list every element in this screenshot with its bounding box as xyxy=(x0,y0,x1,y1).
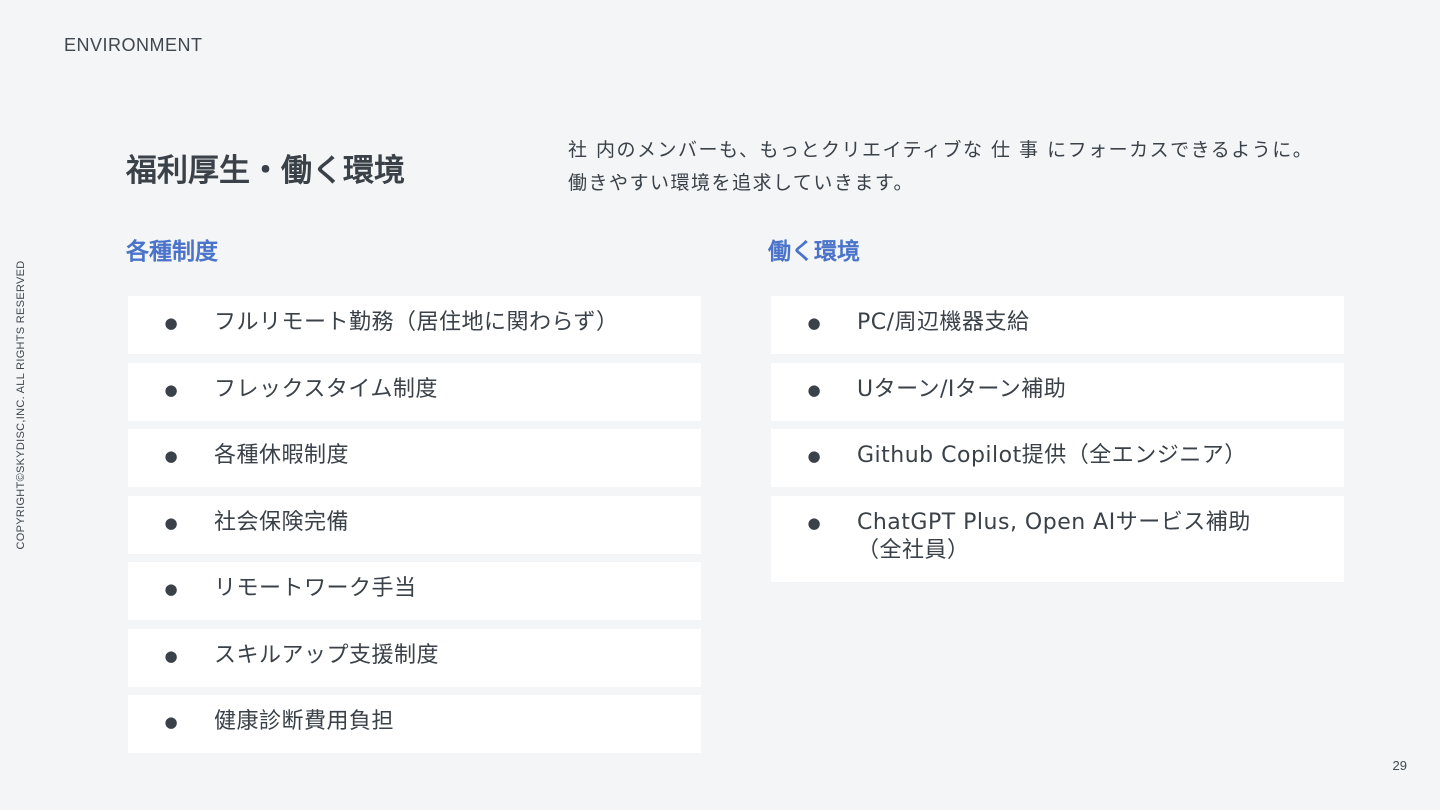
work-environment-list: ● PC/周辺機器支給 ● Uターン/Iターン補助 ● Github Copil… xyxy=(771,296,1344,590)
list-item-text: ChatGPT Plus, Open AIサービス補助 （全社員） xyxy=(857,508,1251,565)
list-item-text-line-2: （全社員） xyxy=(857,537,970,563)
bullet-icon: ● xyxy=(164,513,178,532)
list-item-text: 各種休暇制度 xyxy=(214,443,350,468)
list-item: ● 各種休暇制度 xyxy=(128,429,701,487)
list-item-text: Github Copilot提供（全エンジニア） xyxy=(857,443,1247,468)
page-title: 福利厚生・働く環境 xyxy=(126,153,405,189)
list-item: ● PC/周辺機器支給 xyxy=(771,296,1344,354)
list-item-text: スキルアップ支援制度 xyxy=(214,642,440,668)
work-environment-heading: 働く環境 xyxy=(768,239,860,265)
lead-text: 社 内のメンバーも、もっとクリエイティブな 仕 事 にフォーカスできるように。 … xyxy=(568,134,1358,200)
bullet-icon: ● xyxy=(807,314,821,332)
bullet-icon: ● xyxy=(164,314,178,332)
list-item-text: フレックスタイム制度 xyxy=(214,376,438,402)
list-item-text: リモートワーク手当 xyxy=(214,576,417,601)
lead-line-2: 働きやすい環境を追求していきます。 xyxy=(568,172,915,194)
lead-line-1: 社 内のメンバーも、もっとクリエイティブな 仕 事 にフォーカスできるように。 xyxy=(568,139,1314,161)
bullet-icon: ● xyxy=(164,713,178,731)
bullet-icon: ● xyxy=(807,380,821,399)
list-item: ● リモートワーク手当 xyxy=(128,562,701,620)
list-item: ● ChatGPT Plus, Open AIサービス補助 （全社員） xyxy=(771,495,1344,582)
bullet-icon: ● xyxy=(807,513,821,532)
list-item-text: PC/周辺機器支給 xyxy=(857,310,1030,335)
bullet-icon: ● xyxy=(164,580,178,598)
list-item: ● フレックスタイム制度 xyxy=(128,362,701,421)
benefits-list: ● フルリモート勤務（居住地に関わらず） ● フレックスタイム制度 ● 各種休暇… xyxy=(128,296,701,762)
list-item-text: フルリモート勤務（居住地に関わらず） xyxy=(214,310,619,335)
benefits-heading: 各種制度 xyxy=(126,239,218,265)
list-item: ● 社会保険完備 xyxy=(128,495,701,554)
list-item-text-line-1: ChatGPT Plus, Open AIサービス補助 xyxy=(857,509,1251,535)
bullet-icon: ● xyxy=(807,447,821,465)
copyright-notice: COPYRIGHT©SKYDISC,INC. ALL RIGHTS RESERV… xyxy=(15,260,27,550)
list-item-text: 健康診断費用負担 xyxy=(214,709,395,734)
bullet-icon: ● xyxy=(164,447,178,465)
page-number: 29 xyxy=(1392,758,1407,773)
list-item: ● 健康診断費用負担 xyxy=(128,695,701,753)
list-item: ● Uターン/Iターン補助 xyxy=(771,362,1344,421)
list-item-text: 社会保険完備 xyxy=(214,509,350,535)
list-item: ● フルリモート勤務（居住地に関わらず） xyxy=(128,296,701,354)
section-label: ENVIRONMENT xyxy=(64,35,203,55)
list-item: ● Github Copilot提供（全エンジニア） xyxy=(771,429,1344,487)
bullet-icon: ● xyxy=(164,646,178,665)
list-item-text: Uターン/Iターン補助 xyxy=(857,376,1067,402)
list-item: ● スキルアップ支援制度 xyxy=(128,628,701,687)
bullet-icon: ● xyxy=(164,380,178,399)
